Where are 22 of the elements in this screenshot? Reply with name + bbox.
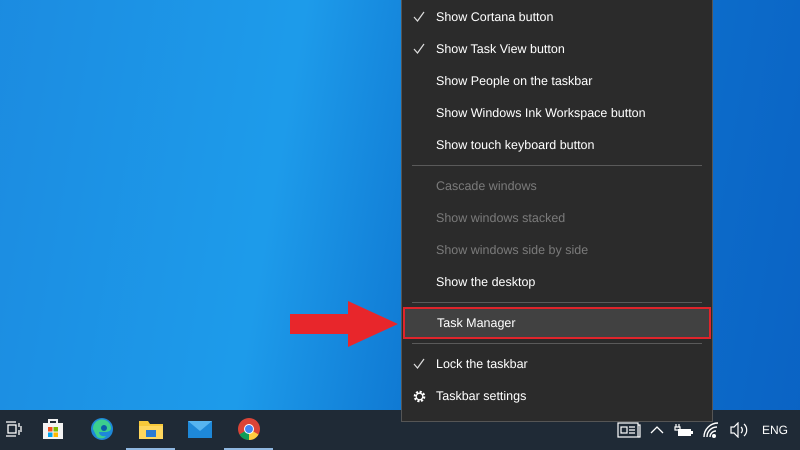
language-indicator[interactable]: ENG	[762, 423, 788, 437]
menu-item[interactable]: Show Windows Ink Workspace button	[402, 97, 712, 129]
battery-plug-icon[interactable]	[672, 423, 693, 437]
menu-item[interactable]: Taskbar settings	[402, 380, 712, 412]
menu-item[interactable]: Show the desktop	[402, 266, 712, 298]
wifi-icon[interactable]	[702, 422, 720, 438]
news-icon[interactable]	[616, 421, 641, 439]
folder-icon	[138, 418, 164, 440]
menu-item[interactable]: Show touch keyboard button	[402, 129, 712, 161]
store-bag-icon	[40, 417, 64, 441]
browser-circle-icon	[236, 417, 260, 441]
volume-icon[interactable]	[728, 422, 749, 438]
settings-icon	[413, 390, 426, 403]
chevron-up-icon[interactable]	[650, 425, 664, 435]
task-view-icon	[5, 420, 23, 438]
mail-envelope-icon	[186, 419, 212, 439]
browser-wave-icon	[90, 417, 114, 441]
menu-item[interactable]: Show People on the taskbar	[402, 65, 712, 97]
menu-item[interactable]: Show Task View button	[402, 33, 712, 65]
menu-item[interactable]: Task Manager	[403, 307, 711, 339]
menu-item[interactable]: Lock the taskbar	[402, 348, 712, 380]
menu-item[interactable]: Show Cortana button	[402, 1, 712, 33]
